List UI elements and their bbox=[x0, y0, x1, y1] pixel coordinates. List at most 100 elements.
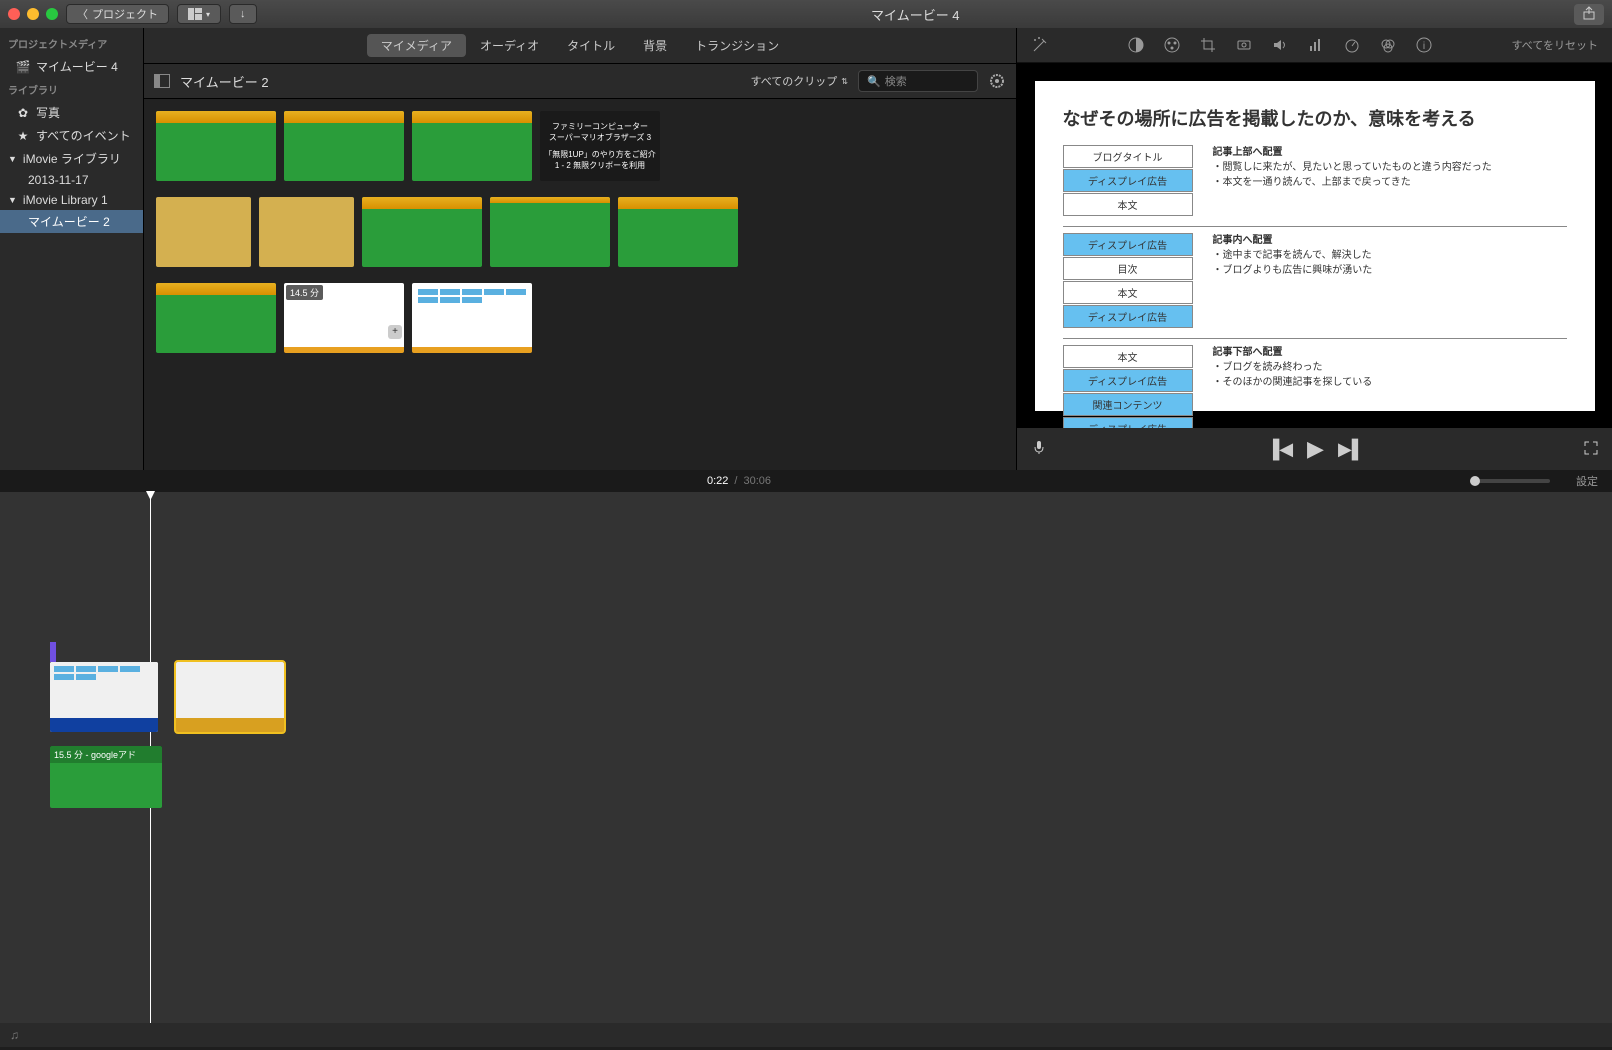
speed-icon[interactable] bbox=[1343, 36, 1361, 54]
volume-icon[interactable] bbox=[1271, 36, 1289, 54]
slide-box: ディスプレイ広告 bbox=[1063, 169, 1193, 192]
tab-mymedia[interactable]: マイメディア bbox=[367, 34, 466, 57]
settings-button[interactable]: 設定 bbox=[1576, 473, 1598, 489]
filter-icon[interactable] bbox=[1379, 36, 1397, 54]
add-icon[interactable]: + bbox=[388, 325, 402, 339]
share-button[interactable] bbox=[1574, 4, 1604, 25]
slide-bullet: ・途中まで記事を読んで、解決した bbox=[1213, 250, 1372, 261]
tab-audio[interactable]: オーディオ bbox=[466, 34, 553, 57]
download-icon: ↓ bbox=[240, 8, 246, 20]
search-input[interactable]: 🔍 検索 bbox=[858, 70, 978, 92]
clip-thumb[interactable]: ファミリーコンピューター スーパーマリオブラザーズ 3 「無限1UP」のやり方を… bbox=[540, 111, 660, 181]
sidebar-toggle-icon[interactable] bbox=[154, 74, 170, 88]
tab-title[interactable]: タイトル bbox=[553, 34, 629, 57]
adjust-toolbar: i すべてをリセット bbox=[1017, 28, 1612, 63]
sidebar-movie2[interactable]: マイムービー 2 bbox=[0, 210, 143, 233]
clip-text: ファミリーコンピューター bbox=[544, 121, 656, 132]
mic-icon[interactable] bbox=[1031, 439, 1047, 460]
search-icon: 🔍 bbox=[867, 75, 881, 88]
browser-tabs: マイメディア オーディオ タイトル 背景 トランジション bbox=[144, 28, 1016, 64]
sidebar-project[interactable]: 🎬 マイムービー 4 bbox=[0, 55, 143, 78]
sidebar-imovie-lib1[interactable]: ▼ iMovie Library 1 bbox=[0, 190, 143, 210]
prev-button[interactable]: ▐◀ bbox=[1266, 439, 1293, 460]
timeline-footer: ♫ bbox=[0, 1023, 1612, 1047]
crop-icon[interactable] bbox=[1199, 36, 1217, 54]
sidebar-photos[interactable]: ✿ 写真 bbox=[0, 101, 143, 124]
slide-title: なぜその場所に広告を掲載したのか、意味を考える bbox=[1063, 105, 1567, 131]
slide-bullet: ・ブログよりも広告に興味が湧いた bbox=[1213, 265, 1373, 276]
clapper-icon: 🎬 bbox=[16, 60, 30, 74]
sidebar-all-events[interactable]: ★ すべてのイベント bbox=[0, 124, 143, 147]
clip-thumb[interactable] bbox=[156, 197, 251, 267]
equalizer-icon[interactable] bbox=[1307, 36, 1325, 54]
clip-thumb[interactable] bbox=[412, 283, 532, 353]
import-button[interactable]: ↓ bbox=[229, 4, 257, 24]
slide-box: ディスプレイ広告 bbox=[1063, 233, 1193, 256]
total-time: 30:06 bbox=[743, 475, 771, 487]
back-button[interactable]: 〈 プロジェクト bbox=[66, 4, 169, 24]
slide-box: ディスプレイ広告 bbox=[1063, 369, 1193, 392]
chevron-left-icon: 〈 bbox=[77, 6, 88, 22]
clip-thumb[interactable] bbox=[259, 197, 354, 267]
gear-icon[interactable] bbox=[988, 72, 1006, 90]
slide-box: 本文 bbox=[1063, 281, 1193, 304]
close-icon[interactable] bbox=[8, 8, 20, 20]
grid-icon bbox=[188, 8, 202, 20]
next-button[interactable]: ▶▌ bbox=[1338, 439, 1365, 460]
play-button[interactable]: ▶ bbox=[1307, 436, 1324, 462]
tab-transition[interactable]: トランジション bbox=[681, 34, 793, 57]
clip-thumb[interactable] bbox=[618, 197, 738, 267]
clip-thumb[interactable] bbox=[490, 197, 610, 267]
disclosure-icon: ▼ bbox=[8, 154, 17, 164]
slide-section-title: 記事内へ配置 bbox=[1213, 235, 1273, 246]
tab-bg[interactable]: 背景 bbox=[629, 34, 681, 57]
view-mode-button[interactable]: ▾ bbox=[177, 4, 221, 24]
slide-bullet: ・そのほかの関連記事を探している bbox=[1213, 377, 1373, 388]
clip-thumb[interactable] bbox=[412, 111, 532, 181]
fullscreen-icon[interactable] bbox=[46, 8, 58, 20]
slide-bullet: ・閲覧しに来たが、見たいと思っていたものと違う内容だった bbox=[1213, 162, 1492, 173]
sidebar-project-label: マイムービー 4 bbox=[36, 58, 118, 75]
zoom-slider[interactable] bbox=[1470, 479, 1550, 483]
clip-filter-dropdown[interactable]: すべてのクリップ ⇅ bbox=[751, 73, 849, 89]
clip-thumb[interactable] bbox=[284, 111, 404, 181]
clip-thumb[interactable] bbox=[156, 111, 276, 181]
clip-thumb[interactable] bbox=[362, 197, 482, 267]
sidebar-header-media: プロジェクトメディア bbox=[0, 32, 143, 55]
reset-all-button[interactable]: すべてをリセット bbox=[1511, 37, 1598, 53]
disclosure-icon: ▼ bbox=[8, 195, 17, 205]
color-balance-icon[interactable] bbox=[1127, 36, 1145, 54]
clip-thumb[interactable] bbox=[156, 283, 276, 353]
slide-box: 本文 bbox=[1063, 345, 1193, 368]
palette-icon[interactable] bbox=[1163, 36, 1181, 54]
fullscreen-icon[interactable] bbox=[1584, 439, 1598, 460]
slide-box: ディスプレイ広告 bbox=[1063, 305, 1193, 328]
music-icon[interactable]: ♫ bbox=[10, 1028, 19, 1042]
slide-section-title: 記事上部へ配置 bbox=[1213, 147, 1283, 158]
flower-icon: ✿ bbox=[16, 106, 30, 120]
minimize-icon[interactable] bbox=[27, 8, 39, 20]
wand-icon[interactable] bbox=[1031, 36, 1049, 54]
sidebar-date-label: 2013-11-17 bbox=[28, 173, 89, 187]
timeline-clip[interactable] bbox=[50, 662, 158, 732]
timeline-audio-clip[interactable]: 15.5 分 - googleアド bbox=[50, 746, 162, 808]
preview-slide: なぜその場所に広告を掲載したのか、意味を考える ブログタイトル ディスプレイ広告… bbox=[1035, 81, 1595, 411]
timeline[interactable]: 15.5 分 - googleアド ♫ bbox=[0, 492, 1612, 1047]
slide-bullet: ・ブログを読み終わった bbox=[1213, 362, 1323, 373]
sidebar-date-item[interactable]: 2013-11-17 bbox=[0, 170, 143, 190]
timeline-clip-selected[interactable] bbox=[176, 662, 284, 732]
clip-text: 1 - 2 無限クリボーを利用 bbox=[544, 160, 656, 171]
media-browser: マイメディア オーディオ タイトル 背景 トランジション マイムービー 2 すべ… bbox=[144, 28, 1017, 470]
clip-text: スーパーマリオブラザーズ 3 bbox=[544, 132, 656, 143]
stabilize-icon[interactable] bbox=[1235, 36, 1253, 54]
sidebar-imovie-lib[interactable]: ▼ iMovie ライブラリ bbox=[0, 147, 143, 170]
info-icon[interactable]: i bbox=[1415, 36, 1433, 54]
timeline-marker[interactable] bbox=[50, 642, 56, 662]
sidebar-imovie-lib-label: iMovie ライブラリ bbox=[23, 150, 121, 167]
chevron-updown-icon: ⇅ bbox=[841, 77, 848, 86]
preview-viewer: なぜその場所に広告を掲載したのか、意味を考える ブログタイトル ディスプレイ広告… bbox=[1017, 63, 1612, 428]
slide-section-title: 記事下部へ配置 bbox=[1213, 347, 1283, 358]
clip-thumb[interactable]: 14.5 分 + bbox=[284, 283, 404, 353]
window-title: マイムービー 4 bbox=[265, 5, 1566, 24]
viewer-panel: i すべてをリセット なぜその場所に広告を掲載したのか、意味を考える ブログタイ… bbox=[1017, 28, 1612, 470]
